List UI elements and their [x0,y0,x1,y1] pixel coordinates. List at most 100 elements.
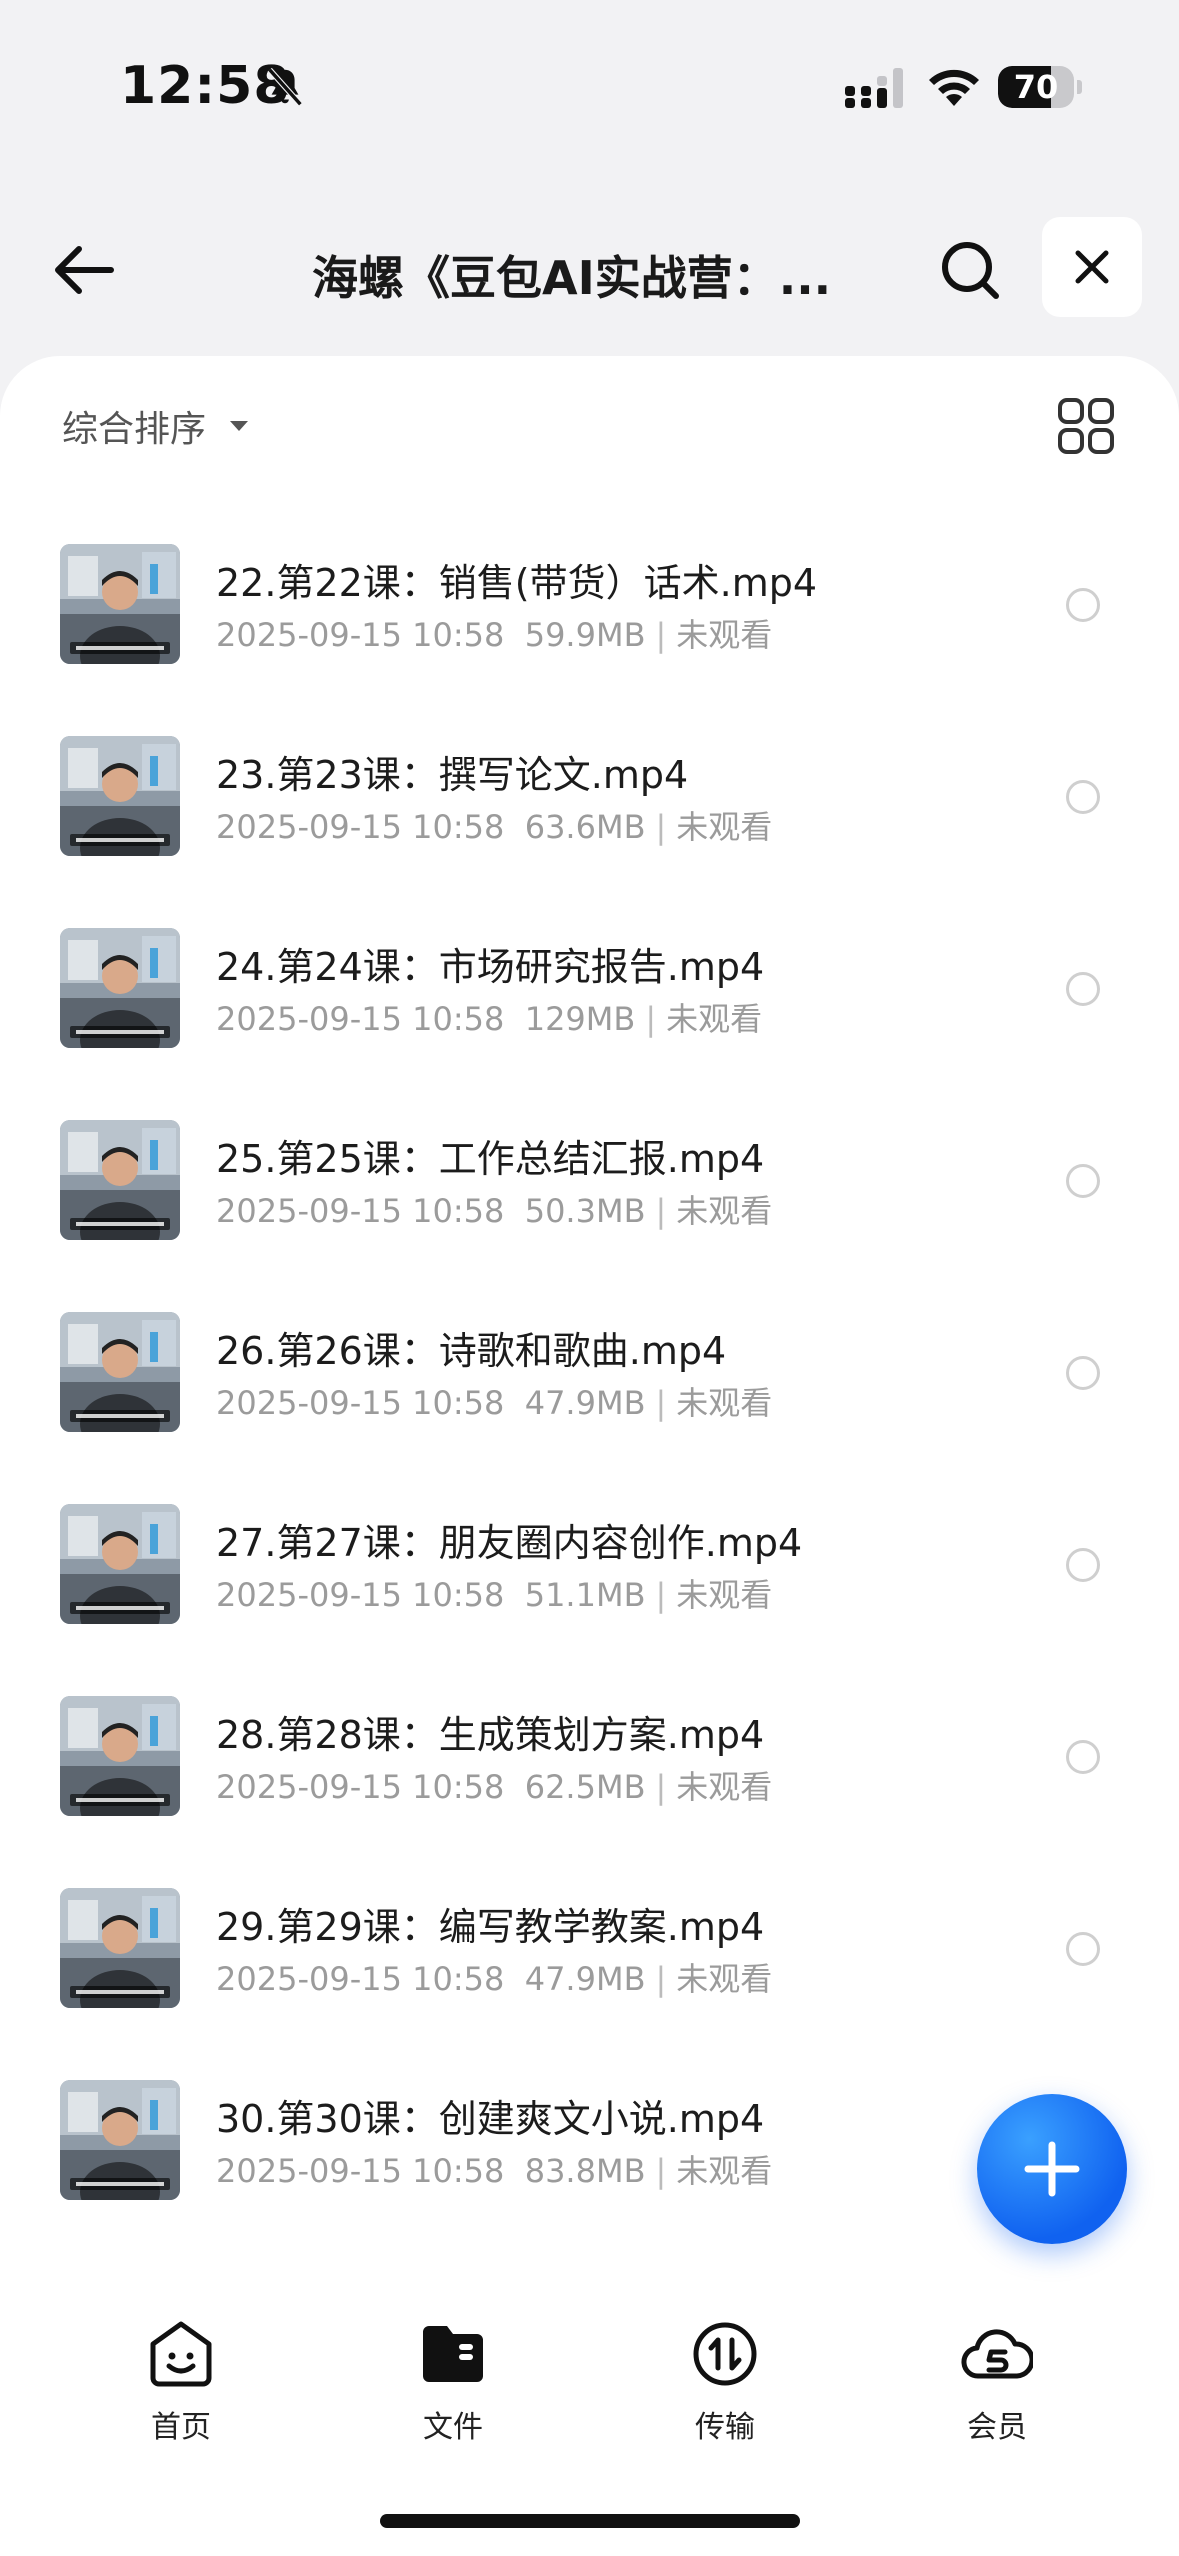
file-meta: 2025-09-15 10:58 47.9MB | 未观看 [216,1378,772,1424]
tab-vip[interactable]: 会员 [907,2290,1087,2446]
file-date: 2025-09-15 10:58 [216,808,505,846]
close-button[interactable] [1042,217,1142,317]
page-title: 海螺《豆包AI实战营：... [312,251,832,305]
sort-label: 综合排序 [62,409,207,450]
file-meta: 2025-09-15 10:58 59.9MB | 未观看 [216,610,772,656]
transfer-icon [693,2322,757,2386]
plus-icon [1024,2141,1080,2197]
file-row[interactable]: 27.第27课：朋友圈内容创作.mp4 2025-09-15 10:58 51.… [0,1476,1179,1668]
select-radio[interactable] [1066,1548,1100,1582]
watch-status: 未观看 [676,1576,773,1614]
file-name: 27.第27课：朋友圈内容创作.mp4 [216,1521,803,1565]
file-row[interactable]: 24.第24课：市场研究报告.mp4 2025-09-15 10:58 129M… [0,900,1179,1092]
file-date: 2025-09-15 10:58 [216,1576,505,1614]
grid-view-icon[interactable] [1056,396,1116,456]
file-list: 22.第22课：销售(带货）话术.mp4 2025-09-15 10:58 59… [0,516,1179,2271]
file-name: 22.第22课：销售(带货）话术.mp4 [216,561,818,605]
tab-home-label: 首页 [151,2410,211,2445]
cellular-signal-icon [845,68,903,108]
select-radio[interactable] [1066,1164,1100,1198]
separator: | [655,1768,667,1806]
video-thumbnail [60,736,180,856]
file-row[interactable]: 25.第25课：工作总结汇报.mp4 2025-09-15 10:58 50.3… [0,1092,1179,1284]
watch-status: 未观看 [676,1960,773,1998]
file-date: 2025-09-15 10:58 [216,1384,505,1422]
watch-status: 未观看 [666,1000,763,1038]
select-radio[interactable] [1066,1740,1100,1774]
file-sheet: 综合排序 22.第22课：销售(带货）话术.mp4 2025-09-15 10:… [0,356,1179,2556]
file-size: 47.9MB [524,1960,646,1998]
file-row[interactable] [0,2244,1179,2271]
tab-files-label: 文件 [423,2410,483,2445]
search-icon [942,242,999,299]
select-radio[interactable] [1066,780,1100,814]
separator: | [655,1384,667,1422]
watch-status: 未观看 [676,2152,773,2190]
tab-bar: 首页 文件 传输 会员 [0,2290,1179,2556]
file-date: 2025-09-15 10:58 [216,1768,505,1806]
nav-header: 海螺《豆包AI实战营：... [0,210,1179,330]
file-meta: 2025-09-15 10:58 63.6MB | 未观看 [216,802,772,848]
watch-status: 未观看 [676,808,773,846]
separator: | [655,1192,667,1230]
wifi-icon [929,69,979,106]
file-size: 129MB [524,1000,636,1038]
tab-files[interactable]: 文件 [363,2290,543,2446]
tab-home[interactable]: 首页 [91,2290,271,2446]
search-button[interactable] [930,230,1010,310]
file-name: 28.第28课：生成策划方案.mp4 [216,1713,765,1757]
file-date: 2025-09-15 10:58 [216,1960,505,1998]
video-thumbnail [60,2080,180,2200]
video-thumbnail [60,544,180,664]
file-row[interactable]: 23.第23课：撰写论文.mp4 2025-09-15 10:58 63.6MB… [0,708,1179,900]
file-row[interactable]: 26.第26课：诗歌和歌曲.mp4 2025-09-15 10:58 47.9M… [0,1284,1179,1476]
separator: | [655,616,667,654]
select-radio[interactable] [1066,1356,1100,1390]
file-row[interactable]: 28.第28课：生成策划方案.mp4 2025-09-15 10:58 62.5… [0,1668,1179,1860]
file-name: 25.第25课：工作总结汇报.mp4 [216,1137,765,1181]
file-size: 62.5MB [524,1768,646,1806]
sort-dropdown[interactable]: 综合排序 [62,400,250,452]
file-size: 59.9MB [524,616,646,654]
status-bar: 12:58 70 [0,0,1179,170]
video-thumbnail [60,1120,180,1240]
file-name: 29.第29课：编写教学教案.mp4 [216,1905,765,1949]
close-icon [1075,250,1109,284]
tab-transfer-label: 传输 [695,2410,755,2445]
file-date: 2025-09-15 10:58 [216,616,505,654]
select-radio[interactable] [1066,1932,1100,1966]
file-date: 2025-09-15 10:58 [216,1000,505,1038]
separator: | [655,1576,667,1614]
separator: | [645,1000,657,1038]
watch-status: 未观看 [676,1192,773,1230]
back-button[interactable] [44,230,124,310]
separator: | [655,2152,667,2190]
file-size: 63.6MB [524,808,646,846]
file-name: 24.第24课：市场研究报告.mp4 [216,945,765,989]
separator: | [655,1960,667,1998]
file-date: 2025-09-15 10:58 [216,2152,505,2190]
file-size: 51.1MB [524,1576,646,1614]
watch-status: 未观看 [676,616,773,654]
cloud-vip-icon [961,2329,1035,2379]
battery-percent: 70 [1013,68,1059,106]
video-thumbnail [60,1312,180,1432]
tab-transfer[interactable]: 传输 [635,2290,815,2446]
select-radio[interactable] [1066,972,1100,1006]
video-thumbnail [60,1696,180,1816]
tab-vip-label: 会员 [967,2410,1027,2445]
file-name: 26.第26课：诗歌和歌曲.mp4 [216,1329,727,1373]
file-row[interactable]: 29.第29课：编写教学教案.mp4 2025-09-15 10:58 47.9… [0,1860,1179,2052]
video-thumbnail [60,928,180,1048]
smiley-icon [150,2321,212,2387]
file-meta: 2025-09-15 10:58 50.3MB | 未观看 [216,1186,772,1232]
video-thumbnail [60,1504,180,1624]
select-radio[interactable] [1066,588,1100,622]
watch-status: 未观看 [676,1768,773,1806]
file-row[interactable]: 22.第22课：销售(带货）话术.mp4 2025-09-15 10:58 59… [0,516,1179,708]
watch-status: 未观看 [676,1384,773,1422]
file-meta: 2025-09-15 10:58 62.5MB | 未观看 [216,1762,772,1808]
add-button[interactable] [977,2094,1127,2244]
video-thumbnail [60,1888,180,2008]
folder-icon [423,2326,483,2382]
